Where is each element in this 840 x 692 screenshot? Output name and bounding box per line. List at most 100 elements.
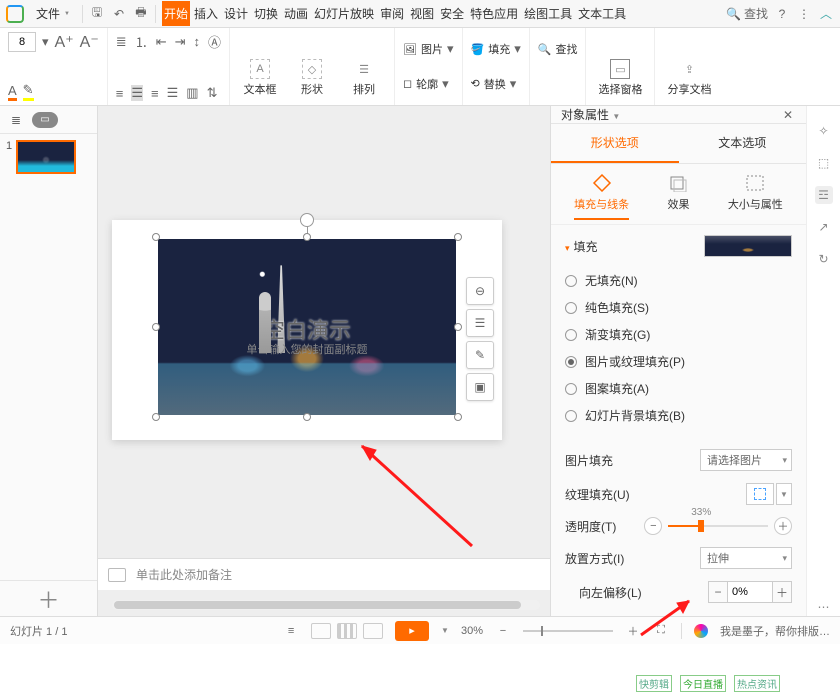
subtab-size[interactable]: 大小与属性 [728,174,783,220]
rotate-handle-icon[interactable] [300,213,314,227]
thumb-view-icon[interactable]: ▭ [32,112,58,128]
rail-history-icon[interactable]: ↻ [815,250,833,268]
chevron-down-icon[interactable]: ▼ [612,112,620,121]
undo-icon[interactable]: ↶ [111,6,127,22]
chevron-down-icon[interactable]: ▾ [42,34,49,50]
subtab-fill[interactable]: 填充与线条 [574,174,629,220]
reading-view-icon[interactable] [363,623,383,639]
resize-handle[interactable] [303,413,311,421]
fill-preview-chip[interactable] [704,235,792,257]
tab-texttools[interactable]: 文本工具 [576,1,628,26]
shape-button[interactable]: ◇形状 [290,55,334,101]
search-button[interactable]: 🔍 查找 [726,5,768,22]
rail-properties-icon[interactable]: ☲ [815,186,833,204]
tab-slideshow[interactable]: 幻灯片放映 [312,1,376,26]
crop-tool[interactable]: ✎ [466,341,494,369]
fill-button[interactable]: 🪣填充▾ [471,41,521,57]
rail-more-icon[interactable]: ⋯ [815,598,833,616]
share-button[interactable]: ⇪分享文档 [663,55,715,101]
rail-template-icon[interactable]: ⬚ [815,154,833,172]
chevron-down-icon[interactable]: ▼ [441,626,449,635]
save-icon[interactable]: 🖫 [89,6,105,22]
textbox-button[interactable]: A文本框 [238,55,282,101]
tab-review[interactable]: 审阅 [378,1,406,26]
fill-picture[interactable]: 图片或纹理填充(P) [565,348,792,375]
slide-thumbnail[interactable]: 1 [0,134,97,180]
find-button[interactable]: 🔍查找 [538,41,578,57]
slider-knob[interactable] [541,626,543,636]
spinner-decrease[interactable]: − [709,582,727,602]
fill-gradient[interactable]: 渐变填充(G) [565,321,792,348]
font-size-input[interactable] [8,32,36,52]
zoom-out-icon[interactable]: − [495,623,511,639]
zoom-in-icon[interactable]: ＋ [625,623,641,639]
bullets-icon[interactable]: ≣ [116,34,127,50]
resize-handle[interactable] [303,233,311,241]
decrease-font-icon[interactable]: A⁻ [80,32,99,52]
text-direction-icon[interactable]: ⇅ [207,85,218,101]
image-button[interactable]: 🖼图片▾ [403,41,454,57]
highlight-icon[interactable]: ✎ [23,82,34,101]
fill-slidebg[interactable]: 幻灯片背景填充(B) [565,402,792,429]
rail-assistant-icon[interactable]: ✧ [815,122,833,140]
rail-share-icon[interactable]: ↗ [815,218,833,236]
tab-shape-options[interactable]: 形状选项 [551,124,679,163]
resize-handle[interactable] [454,233,462,241]
tab-security[interactable]: 安全 [438,1,466,26]
replace-button[interactable]: ⟲替换▾ [471,76,521,92]
slideshow-button[interactable] [395,621,429,641]
file-menu[interactable]: 文件 ▼ [30,3,76,24]
notes-bar[interactable]: 单击此处添加备注 [98,558,550,590]
clear-format-icon[interactable]: Ⓐ [208,32,221,51]
taskbar-item[interactable]: 热点资讯 [734,675,780,692]
horizontal-scrollbar[interactable] [112,600,540,610]
arrange-button[interactable]: ☰排列 [342,55,386,101]
resize-handle[interactable] [454,323,462,331]
taskbar-item[interactable]: 今日直播 [680,675,726,692]
print-icon[interactable]: 🖶 [133,6,149,22]
offset-left-input[interactable] [727,582,773,602]
select-pane-button[interactable]: ▭选择窗格 [594,55,646,101]
increase-font-icon[interactable]: A⁺ [55,32,74,52]
tab-design[interactable]: 设计 [222,1,250,26]
spinner-increase[interactable]: ＋ [773,582,791,602]
scrollbar-thumb[interactable] [114,601,521,609]
tab-start[interactable]: 开始 [162,1,190,26]
picture-fill-select[interactable]: 请选择图片 [700,449,792,471]
selected-shape[interactable]: 空白演示 单击输入您的封面副标题 ⊖ ☰ ✎ ▣ [156,237,458,417]
zoom-slider[interactable] [523,630,613,632]
help-icon[interactable]: ? [774,6,790,22]
tab-special[interactable]: 特色应用 [468,1,520,26]
tab-insert[interactable]: 插入 [192,1,220,26]
tab-view[interactable]: 视图 [408,1,436,26]
normal-view-icon[interactable] [311,623,331,639]
fill-header[interactable]: ▾填充 [565,235,792,257]
resize-handle[interactable] [454,413,462,421]
numbering-icon[interactable]: ⒈ [135,32,148,51]
align-center-icon[interactable]: ☰ [131,85,143,101]
close-panel-icon[interactable]: ✕ [780,107,796,123]
slider-knob[interactable] [698,520,704,532]
align-left-icon[interactable]: ≡ [116,86,124,101]
texture-select[interactable] [746,483,774,505]
align-justify-icon[interactable]: ☰ [167,85,179,101]
line-height-icon[interactable]: ↕ [194,34,201,49]
zoom-out-tool[interactable]: ⊖ [466,277,494,305]
fit-icon[interactable]: ⛶ [653,623,669,639]
add-slide-button[interactable]: ＋ [0,580,97,616]
slide-canvas[interactable]: 空白演示 单击输入您的封面副标题 ⊖ ☰ ✎ ▣ [98,106,550,616]
tab-text-options[interactable]: 文本选项 [679,124,807,163]
tab-transition[interactable]: 切换 [252,1,280,26]
indent-right-icon[interactable]: ⇥ [175,34,186,50]
fill-pattern[interactable]: 图案填充(A) [565,375,792,402]
opacity-decrease[interactable]: − [644,517,662,535]
ai-hint[interactable]: 我是墨子，帮你排版… [720,623,830,639]
taskbar-item[interactable]: 快剪辑 [636,675,672,692]
tab-animation[interactable]: 动画 [282,1,310,26]
resize-handle[interactable] [152,323,160,331]
opacity-increase[interactable]: ＋ [774,517,792,535]
resize-handle[interactable] [152,413,160,421]
tile-select[interactable]: 拉伸 [700,547,792,569]
fill-solid[interactable]: 纯色填充(S) [565,294,792,321]
indent-left-icon[interactable]: ⇤ [156,34,167,50]
